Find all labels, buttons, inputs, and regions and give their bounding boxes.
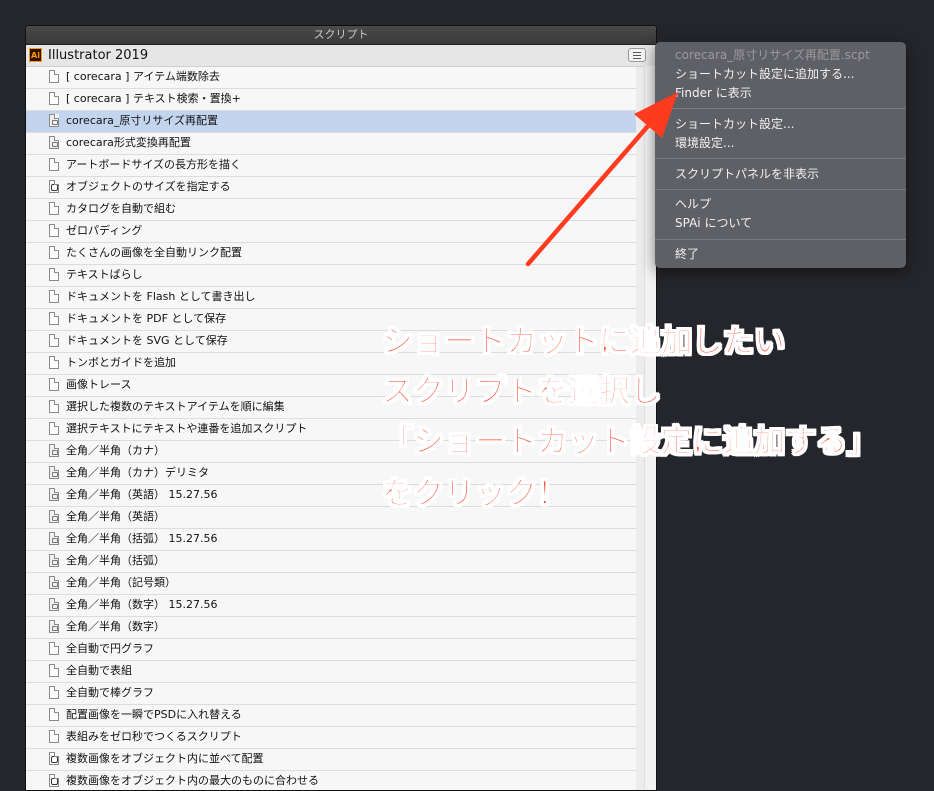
annotation-line-1: ショートカットに追加したい	[382, 324, 786, 361]
annotation-line-2: スクリプトを選択し	[382, 374, 662, 411]
annotation-line-3: 「ショートカット設定に追加する」	[382, 424, 879, 461]
annotation-line-4: をクリック！	[382, 476, 569, 513]
